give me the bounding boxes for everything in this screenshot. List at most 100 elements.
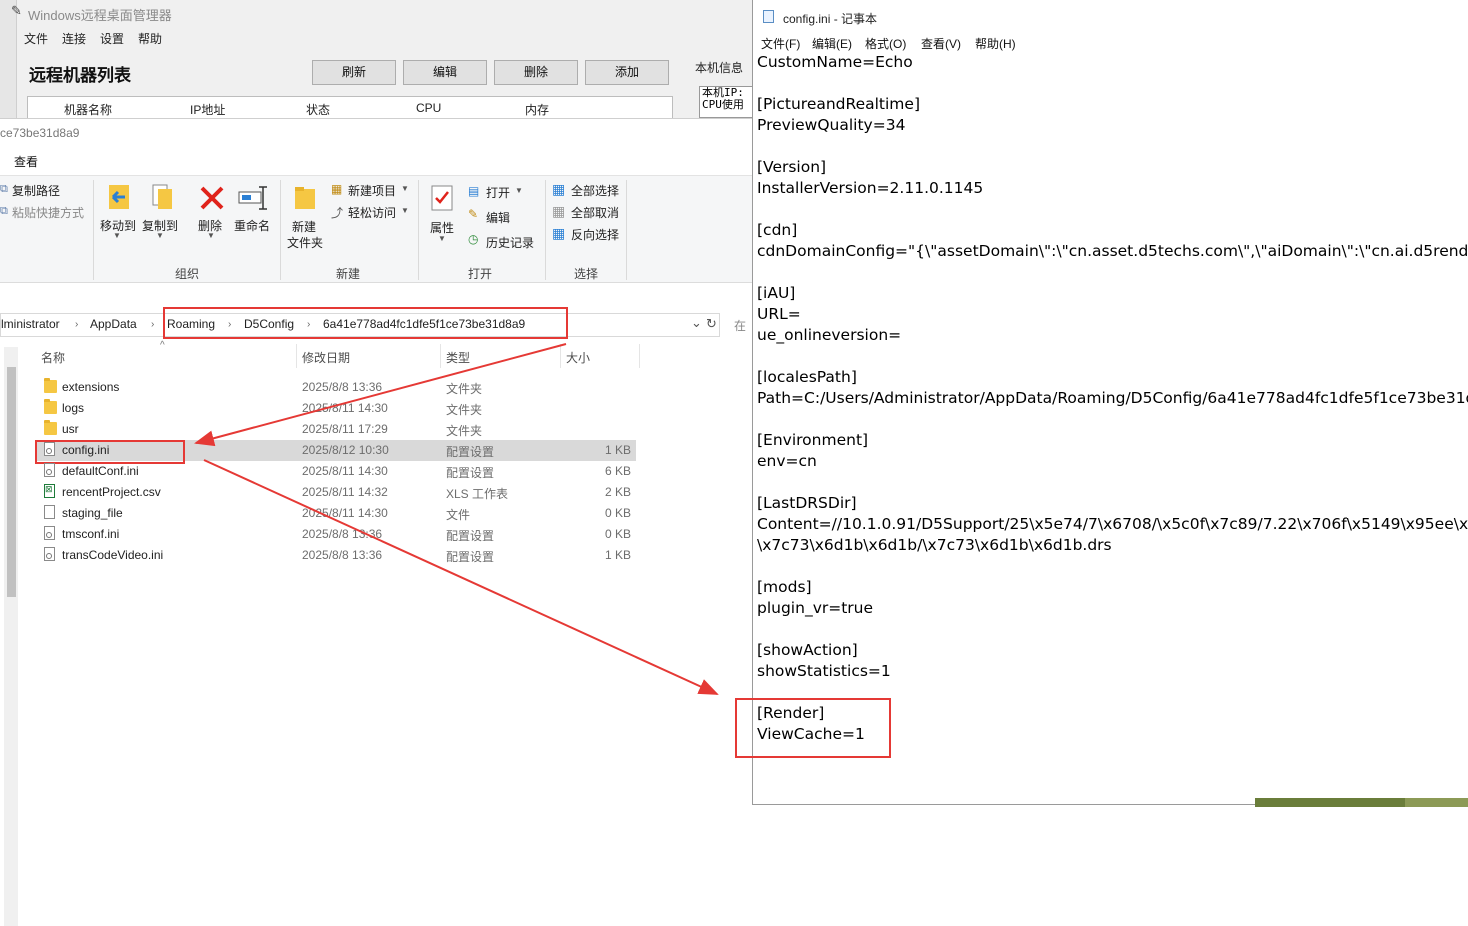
edit-button[interactable]: 编辑	[403, 60, 487, 85]
folder-icon	[44, 399, 57, 414]
menu-view[interactable]: 查看(V)	[921, 35, 961, 52]
edit-button[interactable]: 编辑	[486, 209, 510, 226]
list-item[interactable]: usr 2025/8/11 17:29 文件夹	[36, 419, 636, 440]
file-date: 2025/8/12 10:30	[302, 443, 389, 457]
title-bar: config.ini - 记事本	[753, 0, 1468, 32]
select-all-icon: ▦	[552, 181, 566, 197]
file-name: logs	[62, 401, 85, 415]
search-box-stub[interactable]: 在	[734, 317, 746, 334]
file-type: XLS 工作表	[446, 487, 509, 501]
history-button[interactable]: 历史记录	[486, 234, 534, 251]
file-date: 2025/8/11 14:32	[302, 485, 388, 499]
rename-button[interactable]: 重命名	[234, 217, 270, 234]
group-label-select: 选择	[574, 267, 599, 281]
file-type: 配置设置	[446, 550, 495, 564]
delete-x-icon	[199, 185, 225, 211]
local-info-title: 本机信息	[695, 61, 744, 75]
copy-path-button[interactable]: 复制路径	[12, 182, 60, 199]
file-type: 文件夹	[446, 424, 483, 438]
breadcrumb-separator-icon: ›	[151, 319, 155, 330]
file-size: 0 KB	[605, 527, 632, 541]
menu-help[interactable]: 帮助	[138, 30, 162, 47]
select-all-button[interactable]: 全部选择	[571, 182, 619, 199]
file-name: rencentProject.csv	[62, 485, 161, 499]
col-name[interactable]: 名称	[41, 349, 65, 366]
file-name: defaultConf.ini	[62, 464, 139, 478]
list-item[interactable]: transCodeVideo.ini 2025/8/8 13:36 配置设置 1…	[36, 545, 636, 566]
select-none-icon: ▦	[552, 203, 566, 219]
menu-file[interactable]: 文件	[24, 30, 48, 47]
copy-path-icon: ⧉	[0, 183, 8, 195]
col-type[interactable]: 类型	[446, 349, 470, 366]
open-button[interactable]: 打开	[486, 184, 510, 201]
file-date: 2025/8/8 13:36	[302, 527, 383, 541]
file-type: 配置设置	[446, 466, 495, 480]
menu-file[interactable]: 文件(F)	[761, 35, 800, 52]
menu-format[interactable]: 格式(O)	[865, 35, 906, 52]
easy-access-icon: ⤴	[331, 206, 344, 220]
col-cpu[interactable]: CPU	[416, 101, 441, 115]
file-size: 1 KB	[605, 548, 632, 562]
file-size: 1 KB	[605, 443, 632, 457]
list-item[interactable]: logs 2025/8/11 14:30 文件夹	[36, 398, 636, 419]
select-none-button[interactable]: 全部取消	[571, 204, 619, 221]
list-item[interactable]: extensions 2025/8/8 13:36 文件夹	[36, 377, 636, 398]
group-label-organize: 组织	[175, 267, 200, 281]
col-status[interactable]: 状态	[306, 101, 330, 118]
breadcrumb-appdata[interactable]: AppData	[90, 317, 137, 331]
file-size: 0 KB	[605, 506, 632, 520]
new-folder-label-2[interactable]: 文件夹	[287, 234, 323, 251]
list-item[interactable]: rencentProject.csv 2025/8/11 14:32 XLS 工…	[36, 482, 636, 503]
col-date[interactable]: 修改日期	[302, 349, 350, 366]
file-icon	[44, 505, 55, 519]
chevron-down-icon: ▼	[515, 186, 523, 195]
config-file-icon	[44, 547, 55, 561]
file-date: 2025/8/11 17:29	[302, 422, 388, 436]
local-info-box: 本机IP: CPU使用	[699, 86, 759, 118]
col-memory[interactable]: 内存	[525, 101, 549, 118]
notepad-icon	[763, 10, 774, 23]
notepad-window: config.ini - 记事本 文件(F) 编辑(E) 格式(O) 查看(V)…	[735, 0, 1468, 805]
refresh-icon[interactable]: ↻	[706, 316, 717, 332]
file-type: 文件夹	[446, 382, 483, 396]
chevron-down-icon[interactable]: ⌄	[691, 315, 702, 331]
paste-shortcut-icon: ⧉	[0, 205, 8, 217]
col-ip[interactable]: IP地址	[190, 101, 225, 118]
file-date: 2025/8/11 14:30	[302, 464, 388, 478]
list-item[interactable]: defaultConf.ini 2025/8/11 14:30 配置设置 6 K…	[36, 461, 636, 482]
easy-access-button[interactable]: 轻松访问	[348, 204, 396, 221]
file-date: 2025/8/11 14:30	[302, 506, 388, 520]
col-machine-name[interactable]: 机器名称	[64, 101, 112, 118]
list-item[interactable]: tmsconf.ini 2025/8/8 13:36 配置设置 0 KB	[36, 524, 636, 545]
col-size[interactable]: 大小	[566, 349, 590, 366]
delete-button[interactable]: 删除	[494, 60, 578, 85]
menu-connect[interactable]: 连接	[62, 30, 86, 47]
new-folder-label-1[interactable]: 新建	[292, 218, 316, 235]
menu-settings[interactable]: 设置	[100, 30, 124, 47]
invert-selection-icon: ▦	[552, 225, 566, 241]
new-item-button[interactable]: 新建项目	[348, 182, 396, 199]
group-label-new: 新建	[336, 267, 361, 281]
menu-help[interactable]: 帮助(H)	[975, 35, 1016, 52]
cpu-usage-label: CPU使用	[702, 98, 744, 111]
paste-shortcut-button[interactable]: 粘贴快捷方式	[12, 204, 84, 221]
tab-view[interactable]: 查看	[14, 153, 38, 170]
file-type: 文件	[446, 508, 471, 522]
config-file-icon	[44, 526, 55, 540]
add-button[interactable]: 添加	[585, 60, 669, 85]
invert-selection-button[interactable]: 反向选择	[571, 226, 619, 243]
window-title: Windows远程桌面管理器	[28, 8, 172, 23]
remote-manager-window: ✎ Windows远程桌面管理器 文件 连接 设置 帮助 远程机器列表 刷新 编…	[0, 0, 760, 125]
page-title: 远程机器列表	[29, 66, 131, 85]
edit-icon: ✎	[468, 207, 479, 221]
text-editor[interactable]: CustomName=Echo [PictureandRealtime] Pre…	[757, 52, 1468, 745]
csv-file-icon	[44, 484, 55, 498]
rename-icon	[238, 185, 268, 211]
list-item[interactable]: staging_file 2025/8/11 14:30 文件 0 KB	[36, 503, 636, 524]
scrollbar-thumb[interactable]	[7, 367, 16, 597]
app-icon: ✎	[11, 3, 22, 18]
breadcrumb-administrator[interactable]: lministrator	[1, 317, 60, 331]
refresh-button[interactable]: 刷新	[312, 60, 396, 85]
menu-edit[interactable]: 编辑(E)	[812, 35, 852, 52]
vertical-scrollbar[interactable]	[4, 347, 18, 926]
